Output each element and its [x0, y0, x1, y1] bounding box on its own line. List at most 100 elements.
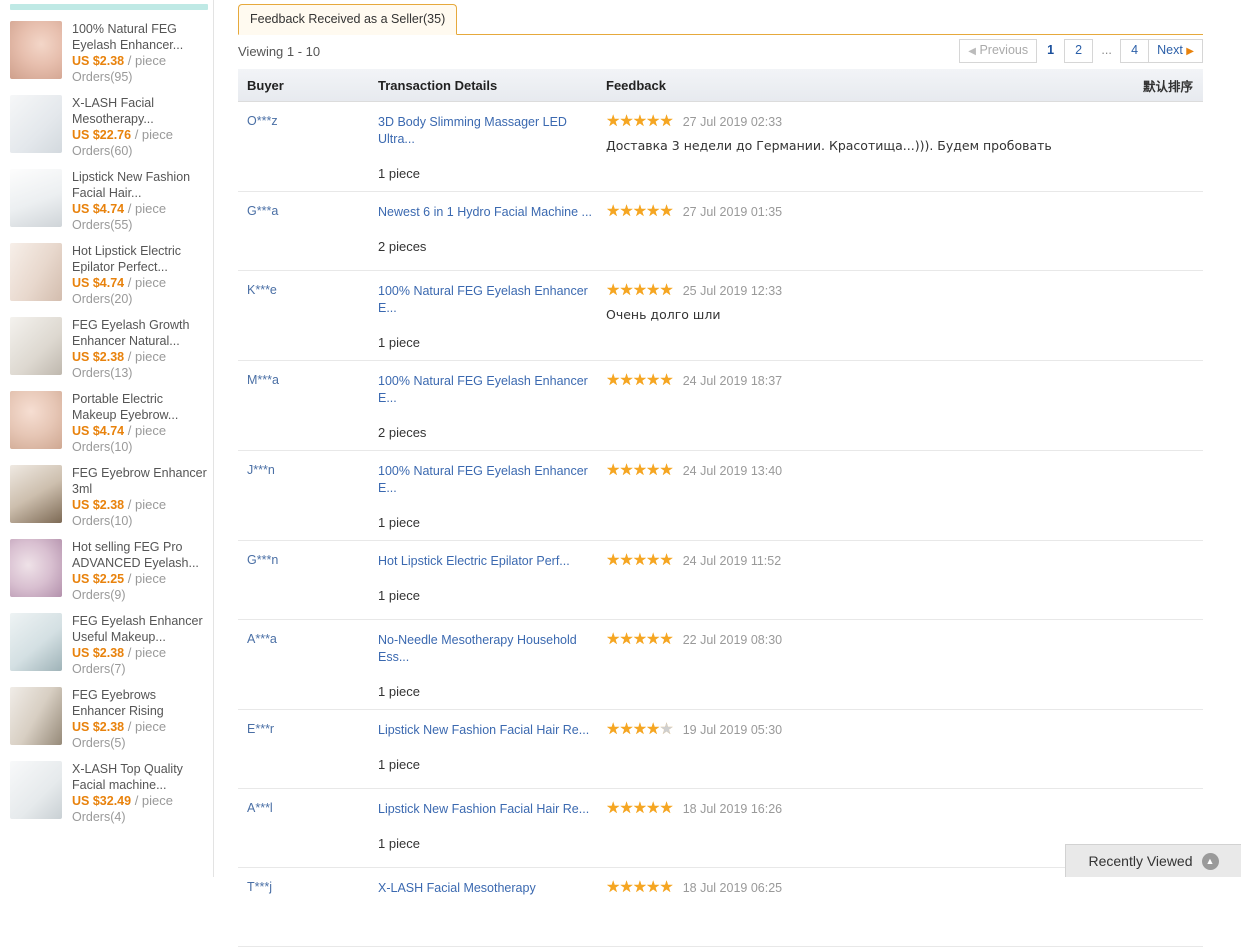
pagination-page-2[interactable]: 2 — [1064, 39, 1094, 63]
column-header-transaction-details: Transaction Details — [378, 77, 498, 93]
product-title[interactable]: FEG Eyebrow Enhancer 3ml — [72, 465, 207, 497]
pagination-page-4[interactable]: 4 — [1120, 39, 1150, 63]
star-rating: ★★★★★ — [606, 203, 674, 220]
sidebar-product-item[interactable]: Hot selling FEG Pro ADVANCED Eyelash... U… — [0, 534, 213, 608]
star-rating: ★★★★★ — [606, 283, 674, 299]
product-info: 100% Natural FEG Eyelash Enhancer... US $… — [72, 21, 207, 85]
cell-feedback: ★★★★★ 27 Jul 2019 02:33 Доставка 3 недели … — [606, 114, 1203, 181]
chevron-up-icon[interactable]: ▲ — [1201, 852, 1219, 870]
product-thumbnail[interactable] — [10, 761, 62, 819]
cell-transaction-details: Hot Lipstick Electric Epilator Perf... 1 … — [378, 553, 606, 609]
star-icon: ★ — [606, 631, 620, 648]
star-icon: ★ — [619, 462, 633, 479]
product-info: FEG Eyelash Enhancer Useful Makeup... US … — [72, 613, 207, 677]
product-unit: / piece — [127, 53, 167, 68]
product-unit: / piece — [127, 349, 167, 364]
product-link[interactable]: Lipstick New Fashion Facial Hair Re... — [378, 801, 598, 818]
product-title[interactable]: FEG Eyelash Enhancer Useful Makeup... — [72, 613, 207, 645]
feedback-comment: Доставка 3 недели до Германии. Красотища… — [606, 138, 1052, 153]
product-link[interactable]: 100% Natural FEG Eyelash Enhancer E... — [378, 463, 598, 497]
product-title[interactable]: Lipstick New Fashion Facial Hair... — [72, 169, 207, 201]
pagination-next-button[interactable]: Next ▶ — [1148, 39, 1203, 63]
sidebar-product-item[interactable]: FEG Eyelash Enhancer Useful Makeup... US … — [0, 608, 213, 682]
star-icon: ★ — [632, 879, 647, 896]
feedback-rating-row: ★★★★★ 18 Jul 2019 16:26 — [606, 801, 1203, 817]
product-price: US $2.38 — [72, 646, 125, 660]
product-thumbnail[interactable] — [10, 243, 62, 301]
feedback-date: 27 Jul 2019 01:35 — [682, 205, 783, 219]
sidebar-product-item[interactable]: 100% Natural FEG Eyelash Enhancer... US $… — [0, 16, 213, 90]
order-quantity: 1 piece — [378, 684, 420, 699]
star-rating: ★★★★★ — [606, 631, 674, 648]
sidebar-product-item[interactable]: FEG Eyebrow Enhancer 3ml US $2.38 / piece… — [0, 460, 213, 534]
product-title[interactable]: FEG Eyelash Growth Enhancer Natural... — [72, 317, 207, 349]
product-unit: / piece — [127, 275, 167, 290]
cell-feedback: ★★★★★ 27 Jul 2019 01:35 — [606, 204, 1203, 260]
product-link[interactable]: X-LASH Facial Mesotherapy — [378, 880, 598, 897]
product-title[interactable]: Hot Lipstick Electric Epilator Perfect..… — [72, 243, 207, 275]
pagination-page-1[interactable]: 1 — [1036, 39, 1065, 63]
star-icon: ★ — [646, 203, 660, 220]
pagination[interactable]: ◀ Previous 1 2... 4 Next ▶ — [959, 39, 1203, 63]
table-row: T***j X-LASH Facial Mesotherapy ★★★★★ 18 Ju… — [238, 868, 1203, 947]
column-header-buyer: Buyer — [247, 77, 284, 93]
product-thumbnail[interactable] — [10, 465, 62, 523]
sidebar-product-item[interactable]: Lipstick New Fashion Facial Hair... US $4… — [0, 164, 213, 238]
chevron-left-icon: ◀ — [968, 46, 976, 57]
sidebar-product-item[interactable]: Hot Lipstick Electric Epilator Perfect..… — [0, 238, 213, 312]
sidebar-product-item[interactable]: Portable Electric Makeup Eyebrow... US $4… — [0, 386, 213, 460]
product-orders: Orders(95) — [72, 70, 133, 84]
product-link[interactable]: 100% Natural FEG Eyelash Enhancer E... — [378, 283, 598, 317]
cell-buyer: E***r — [247, 722, 275, 736]
chevron-right-icon: ▶ — [1186, 46, 1194, 57]
star-icon: ★ — [646, 631, 660, 648]
star-rating: ★★★★★ — [606, 373, 674, 389]
product-thumbnail[interactable] — [10, 21, 62, 79]
product-price-line: US $2.25 / piece — [72, 571, 207, 587]
cell-transaction-details: Newest 6 in 1 Hydro Facial Machine ... 2 … — [378, 204, 606, 260]
product-title[interactable]: X-LASH Facial Mesotherapy... — [72, 95, 207, 127]
product-thumbnail[interactable] — [10, 539, 62, 597]
star-rating: ★★★★★ — [606, 721, 674, 738]
product-title[interactable]: FEG Eyebrows Enhancer Rising — [72, 687, 207, 719]
cell-transaction-details: 3D Body Slimming Massager LED Ultra... 1 … — [378, 114, 606, 181]
product-orders: Orders(60) — [72, 144, 133, 158]
star-icon: ★ — [646, 462, 660, 479]
star-icon: ★ — [659, 800, 673, 817]
product-thumbnail[interactable] — [10, 687, 62, 745]
product-title[interactable]: X-LASH Top Quality Facial machine... — [72, 761, 207, 793]
star-icon: ★ — [632, 721, 647, 738]
product-thumbnail[interactable] — [10, 95, 62, 153]
star-rating: ★★★★★ — [606, 879, 674, 896]
product-thumbnail[interactable] — [10, 169, 62, 227]
sidebar-product-item[interactable]: FEG Eyebrows Enhancer Rising US $2.38 / p… — [0, 682, 213, 756]
cell-buyer: A***a — [247, 632, 277, 646]
sidebar-product-item[interactable]: X-LASH Facial Mesotherapy... US $22.76 / … — [0, 90, 213, 164]
tab-strip: Feedback Received as a Seller(35) — [238, 3, 1203, 35]
order-quantity: 1 piece — [378, 166, 420, 181]
product-orders: Orders(10) — [72, 440, 133, 454]
product-title[interactable]: Hot selling FEG Pro ADVANCED Eyelash... — [72, 539, 207, 571]
product-link[interactable]: Newest 6 in 1 Hydro Facial Machine ... — [378, 204, 598, 221]
product-link[interactable]: Hot Lipstick Electric Epilator Perf... — [378, 553, 598, 570]
sidebar-product-item[interactable]: X-LASH Top Quality Facial machine... US $… — [0, 756, 213, 830]
star-icon: ★ — [632, 631, 647, 648]
product-thumbnail[interactable] — [10, 613, 62, 671]
product-thumbnail[interactable] — [10, 317, 62, 375]
product-link[interactable]: Lipstick New Fashion Facial Hair Re... — [378, 722, 598, 739]
product-unit: / piece — [127, 201, 167, 216]
product-link[interactable]: 100% Natural FEG Eyelash Enhancer E... — [378, 373, 598, 407]
product-title[interactable]: Portable Electric Makeup Eyebrow... — [72, 391, 207, 423]
sidebar-product-item[interactable]: FEG Eyelash Growth Enhancer Natural... US… — [0, 312, 213, 386]
product-title[interactable]: 100% Natural FEG Eyelash Enhancer... — [72, 21, 207, 53]
pagination-previous-button[interactable]: ◀ Previous — [959, 39, 1038, 63]
product-link[interactable]: 3D Body Slimming Massager LED Ultra... — [378, 114, 598, 148]
product-link[interactable]: No-Needle Mesotherapy Household Ess... — [378, 632, 598, 666]
feedback-rating-row: ★★★★★ 27 Jul 2019 02:33 — [606, 114, 1203, 130]
product-thumbnail[interactable] — [10, 391, 62, 449]
table-row: O***z 3D Body Slimming Massager LED Ultra… — [238, 102, 1203, 192]
order-quantity: 1 piece — [378, 836, 420, 851]
tab-feedback-received-as-seller[interactable]: Feedback Received as a Seller(35) — [238, 4, 458, 35]
sort-order-label[interactable]: 默认排序 — [1143, 76, 1203, 95]
recently-viewed-widget[interactable]: Recently Viewed ▲ — [1065, 844, 1241, 877]
